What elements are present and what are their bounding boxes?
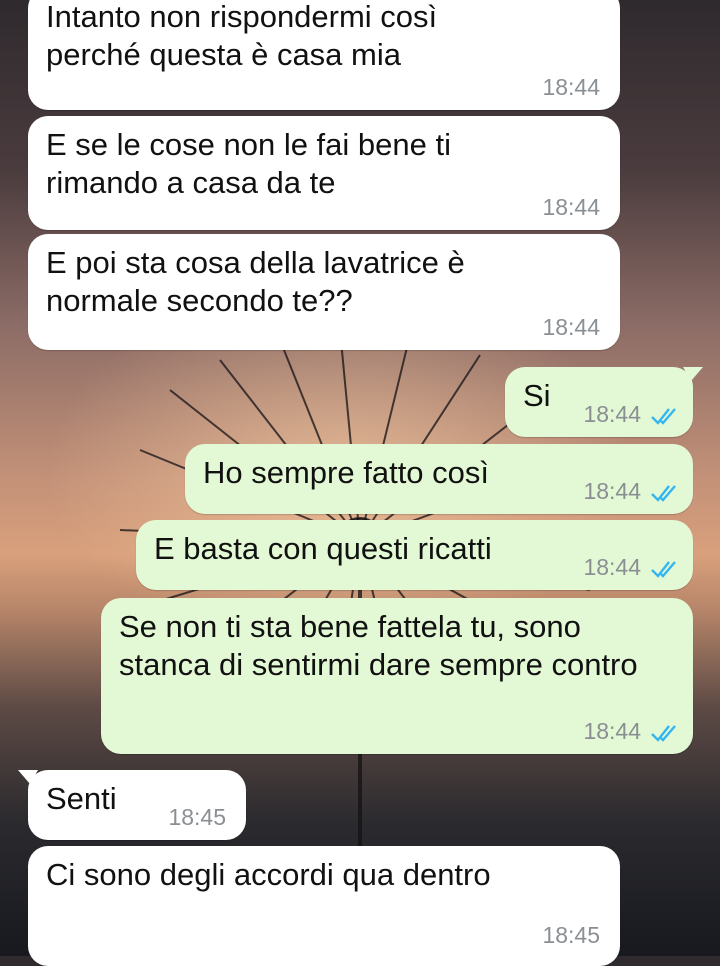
- double-check-icon: [651, 561, 676, 578]
- message-timestamp: 18:45: [542, 922, 600, 948]
- message-timestamp: 18:44: [583, 718, 641, 744]
- message-bubble-incoming[interactable]: E se le cose non le fai bene ti rimando …: [28, 116, 620, 230]
- message-text: E poi sta cosa della lavatrice è normale…: [46, 245, 465, 318]
- message-bubble-outgoing[interactable]: Si 18:44: [505, 367, 703, 437]
- message-bubble-outgoing[interactable]: Se non ti sta bene fattela tu, sono stan…: [101, 598, 693, 754]
- message-timestamp: 18:44: [583, 478, 641, 504]
- message-timestamp: 18:44: [542, 314, 600, 340]
- message-text: Ci sono degli accordi qua dentro: [46, 857, 491, 892]
- bubble-tail: [18, 770, 38, 784]
- message-timestamp: 18:44: [542, 194, 600, 220]
- double-check-icon: [651, 725, 676, 742]
- message-bubble-outgoing[interactable]: E basta con questi ricatti 18:44: [136, 520, 693, 590]
- message-bubble-incoming[interactable]: Intanto non rispondermi così perché ques…: [28, 0, 620, 110]
- message-bubble-incoming[interactable]: Senti 18:45: [18, 770, 246, 840]
- bubble-tail: [683, 367, 703, 381]
- message-text: Se non ti sta bene fattela tu, sono stan…: [119, 609, 638, 682]
- double-check-icon: [651, 485, 676, 502]
- message-text: Intanto non rispondermi così perché ques…: [46, 0, 438, 72]
- message-timestamp: 18:44: [542, 74, 600, 100]
- message-bubble-incoming[interactable]: E poi sta cosa della lavatrice è normale…: [28, 234, 620, 350]
- message-timestamp: 18:45: [168, 804, 226, 830]
- message-bubble-outgoing[interactable]: Ho sempre fatto così 18:44: [185, 444, 693, 514]
- message-bubble-incoming[interactable]: Ci sono degli accordi qua dentro 18:45: [28, 846, 620, 966]
- message-text: E se le cose non le fai bene ti rimando …: [46, 127, 451, 200]
- message-timestamp: 18:44: [583, 554, 641, 580]
- double-check-icon: [651, 408, 676, 425]
- message-timestamp: 18:44: [583, 401, 641, 427]
